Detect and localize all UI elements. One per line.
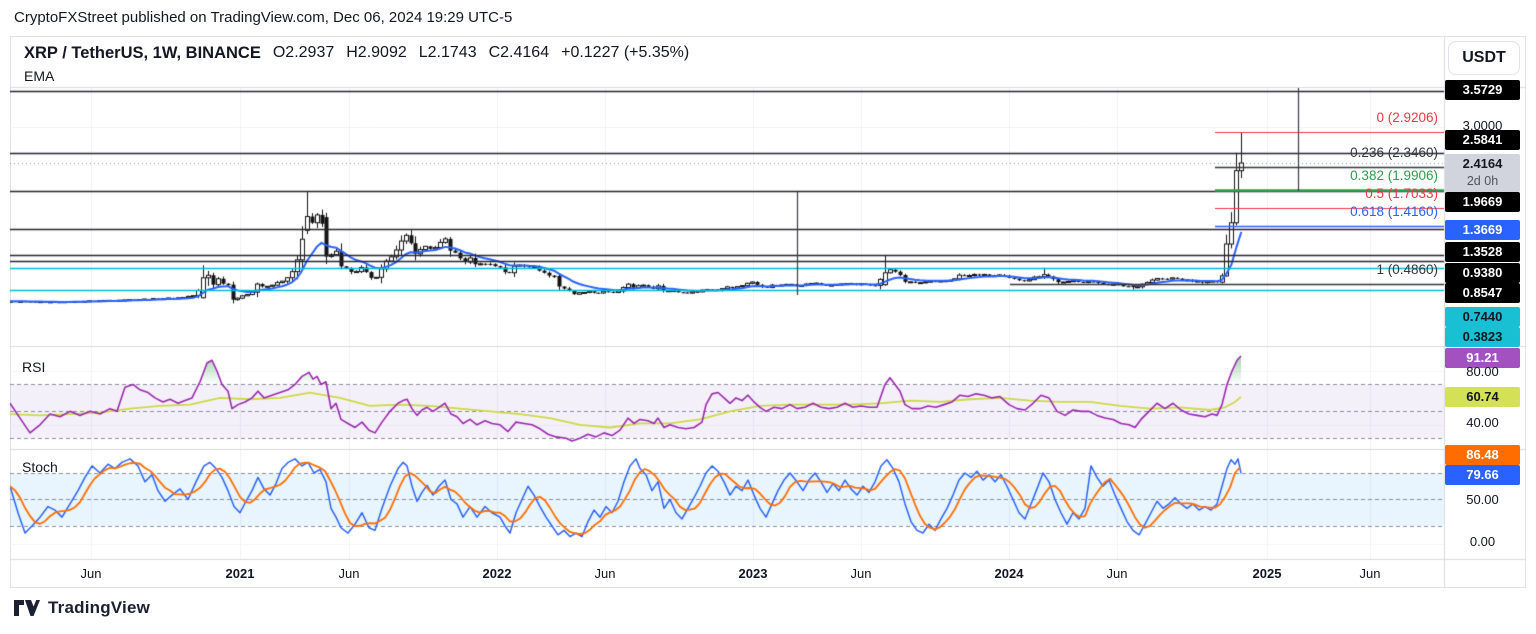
- time-axis-year-label: 2024: [995, 563, 1024, 585]
- price-axis-label: 0.9380: [1445, 263, 1520, 283]
- tradingview-logo[interactable]: TradingView: [14, 598, 150, 618]
- stoch-pane-label[interactable]: Stoch: [22, 459, 58, 475]
- ohlc-change: +0.1227 (+5.35%): [561, 44, 689, 63]
- ohlc-low: L2.1743: [419, 44, 477, 63]
- rsi-axis-label: 80.00: [1445, 362, 1520, 382]
- rsi-axis-label: 40.00: [1445, 413, 1520, 433]
- tradingview-logo-text: TradingView: [48, 598, 150, 618]
- fib-level-label: 0.618 (1.4160): [1350, 204, 1438, 220]
- fib-level-label: 0 (2.9206): [1376, 110, 1438, 126]
- time-axis-year-label: 2022: [483, 563, 512, 585]
- rsi-axis-label: 60.74: [1445, 387, 1520, 407]
- price-axis-label: 0.8547: [1445, 283, 1520, 303]
- time-axis-year-label: 2025: [1253, 563, 1282, 585]
- price-axis-label: 1.9669: [1445, 192, 1520, 212]
- ohlc-high: H2.9092: [346, 44, 407, 63]
- stoch-axis-label: 0.00: [1445, 532, 1520, 552]
- chart-legend[interactable]: XRP / TetherUS, 1W, BINANCE O2.2937 H2.9…: [24, 44, 689, 63]
- stoch-axis-label: 86.48: [1445, 445, 1520, 465]
- ohlc-open: O2.2937: [273, 44, 334, 63]
- price-axis-label: 0.7440: [1445, 307, 1520, 327]
- time-axis-month-label: Jun: [1360, 563, 1381, 585]
- time-axis-year-label: 2023: [739, 563, 768, 585]
- fib-level-label: 0.5 (1.7033): [1365, 186, 1438, 202]
- stoch-axis-label: 50.00: [1445, 490, 1520, 510]
- symbol-title[interactable]: XRP / TetherUS, 1W, BINANCE: [24, 44, 261, 63]
- time-axis-month-label: Jun: [81, 563, 102, 585]
- bar-countdown: 2d 0h: [1445, 173, 1520, 190]
- rsi-pane-label[interactable]: RSI: [22, 359, 45, 375]
- price-axis-label: 2.5841: [1445, 130, 1520, 150]
- price-axis-label: 2.41642d 0h: [1445, 154, 1520, 192]
- price-axis-label: 1.3669: [1445, 220, 1520, 240]
- screenshot-stage: CryptoFXStreet published on TradingView.…: [0, 0, 1536, 634]
- time-axis-month-label: Jun: [339, 563, 360, 585]
- tradingview-logo-icon: [14, 600, 40, 616]
- chart-canvas[interactable]: [0, 0, 1536, 634]
- ohlc-close: C2.4164: [489, 44, 550, 63]
- time-axis-month-label: Jun: [595, 563, 616, 585]
- time-axis-year-label: 2021: [226, 563, 255, 585]
- price-axis-label: 1.3528: [1445, 242, 1520, 262]
- time-axis-month-label: Jun: [1107, 563, 1128, 585]
- fib-level-label: 0.236 (2.3460): [1350, 145, 1438, 161]
- price-axis-label: 3.5729: [1445, 80, 1520, 100]
- fib-level-label: 0.382 (1.9906): [1350, 168, 1438, 184]
- currency-toggle-button[interactable]: USDT: [1448, 41, 1520, 75]
- time-axis-month-label: Jun: [851, 563, 872, 585]
- ema-indicator-label[interactable]: EMA: [24, 68, 54, 84]
- fib-level-label: 1 (0.4860): [1376, 262, 1438, 278]
- stoch-axis-label: 79.66: [1445, 465, 1520, 485]
- price-axis-label: 0.3823: [1445, 327, 1520, 347]
